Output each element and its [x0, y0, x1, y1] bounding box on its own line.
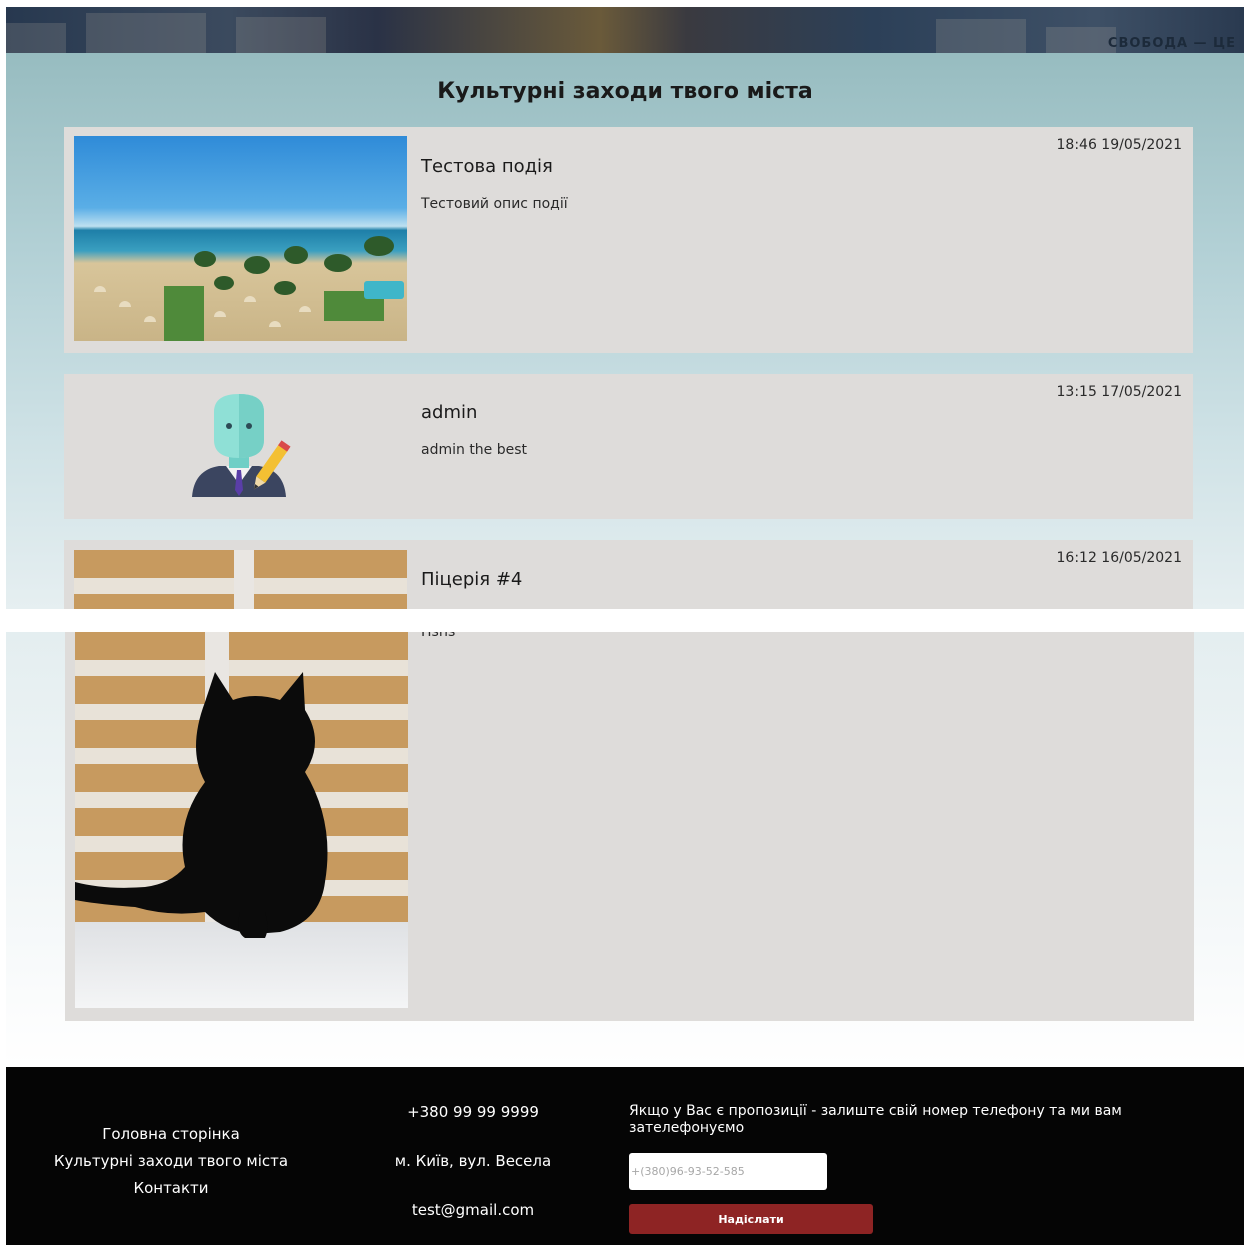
phone-input[interactable] [629, 1153, 827, 1190]
event-title: Піцерія #4 [421, 569, 523, 590]
event-card[interactable]: Тестова подія Тестовий опис події 18:46 … [64, 127, 1193, 353]
event-description: Тестовий опис події [421, 196, 568, 212]
event-description: Пsпs [421, 632, 456, 640]
event-card[interactable]: admin admin the best 13:15 17/05/2021 [64, 374, 1193, 519]
footer-link-home[interactable]: Головна сторінка [41, 1125, 301, 1143]
footer-phone: +380 99 99 9999 [407, 1103, 539, 1121]
header-banner: СВОБОДА — ЦЕ [6, 7, 1244, 53]
event-title: admin [421, 402, 478, 423]
footer: Головна сторінка Культурні заходи твого … [6, 1067, 1244, 1245]
event-image-beach [74, 136, 407, 341]
footer-email: test@gmail.com [411, 1201, 535, 1219]
events-section: Культурні заходи твого міста Тестова под… [6, 53, 1244, 609]
event-image-cat [74, 550, 407, 609]
event-card[interactable]: Піцерія #4 16:12 16/05/2021 [64, 540, 1193, 609]
event-card-continued[interactable]: Пsпs [65, 632, 1194, 1021]
cat-photo [75, 632, 408, 1008]
footer-address: м. Київ, вул. Весела [394, 1152, 552, 1170]
event-date: 18:46 19/05/2021 [1056, 137, 1183, 153]
banner-slogan: СВОБОДА — ЦЕ [1107, 36, 1236, 51]
admin-avatar-icon [184, 392, 294, 502]
footer-link-events[interactable]: Культурні заходи твого міста [41, 1152, 301, 1170]
event-date: 13:15 17/05/2021 [1056, 384, 1183, 400]
event-title: Тестова подія [421, 156, 553, 177]
event-description: admin the best [421, 442, 528, 458]
offer-text: Якщо у Вас є пропозиції - залиште свій н… [629, 1103, 1122, 1136]
page-title: Культурні заходи твого міста [437, 79, 813, 104]
events-section-continued: Пsпs [6, 632, 1244, 1067]
footer-link-contacts[interactable]: Контакти [41, 1179, 301, 1197]
event-date: 16:12 16/05/2021 [1056, 550, 1183, 566]
cat-icon [75, 672, 328, 938]
submit-button[interactable]: Надіслати [629, 1204, 873, 1234]
